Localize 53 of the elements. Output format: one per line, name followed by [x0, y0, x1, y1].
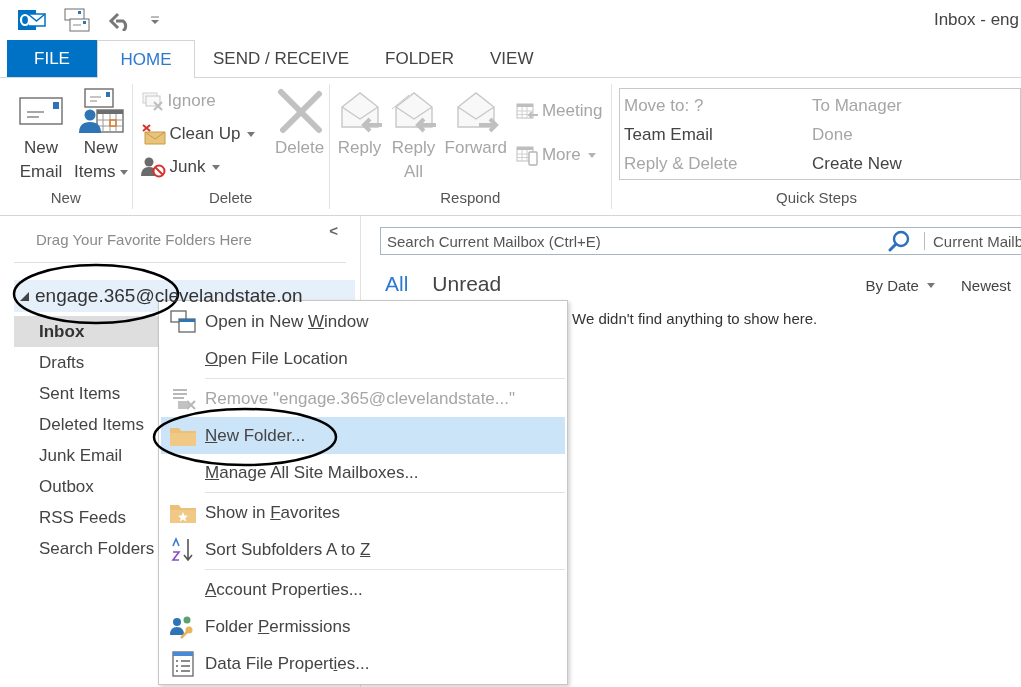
- group-label: Respond: [439, 188, 502, 208]
- order-dropdown[interactable]: Newest: [960, 277, 1011, 294]
- customize-icon[interactable]: [150, 15, 160, 25]
- menu-item[interactable]: Sort Subfolders A to Z: [161, 531, 565, 568]
- favorites-hint: Drag Your Favorite Folders Here: [35, 230, 252, 248]
- envelopes-icon[interactable]: [64, 7, 90, 33]
- group-label: New: [49, 188, 82, 208]
- menu-item[interactable]: Folder Permissions: [161, 608, 565, 645]
- envelopes-arrow-icon: [390, 89, 437, 133]
- window-title: Inbox - eng: [933, 10, 1020, 30]
- envelope-icon: [18, 94, 64, 128]
- filter-tab[interactable]: All: [385, 272, 409, 296]
- menu-item[interactable]: Account Properties...: [161, 571, 565, 608]
- list-cross-icon: [170, 386, 196, 411]
- sort-dropdown[interactable]: By Date: [865, 277, 935, 294]
- sort-icon: [170, 536, 196, 563]
- filter-tab[interactable]: Unread: [432, 272, 502, 296]
- calendar-phone-icon: [514, 144, 539, 166]
- empty-message: We didn't find anything to show here.: [571, 310, 819, 327]
- envelope-cross-icon: [140, 91, 165, 111]
- expand-icon[interactable]: [20, 291, 29, 301]
- ribbon-tab[interactable]: HOME: [97, 40, 195, 78]
- ribbon-button[interactable]: New Items: [70, 86, 132, 184]
- envelope-cross-icon: [140, 123, 167, 145]
- collapse-button[interactable]: <: [329, 221, 338, 239]
- search-icon[interactable]: [887, 230, 910, 252]
- menu-item[interactable]: Open File Location: [161, 340, 565, 377]
- caret-icon: [212, 164, 221, 170]
- ribbon-tab[interactable]: FOLDER: [367, 40, 472, 77]
- person-calendar-icon: [76, 88, 125, 134]
- menu-item[interactable]: Data File Properties...: [161, 645, 565, 682]
- person-prohibited-icon: [140, 156, 167, 178]
- group-label: Delete: [207, 188, 254, 208]
- group-label: Quick Steps: [775, 188, 858, 208]
- ribbon-button[interactable]: New Email: [14, 86, 68, 184]
- caret-icon: [926, 283, 935, 288]
- ribbon-button[interactable]: Clean Up: [138, 119, 265, 149]
- ribbon-button[interactable]: Junk: [138, 152, 265, 182]
- ribbon-tab[interactable]: VIEW: [472, 40, 552, 77]
- calendar-arrow-icon: [514, 101, 539, 121]
- menu-item[interactable]: Manage All Site Mailboxes...: [161, 454, 565, 491]
- caret-icon: [587, 152, 596, 158]
- file-tab[interactable]: FILE: [7, 40, 97, 77]
- list-icon: [171, 650, 195, 677]
- caret-icon: [119, 169, 128, 175]
- ribbon-tab[interactable]: SEND / RECEIVE: [195, 40, 368, 77]
- quick-step[interactable]: Team Email: [624, 120, 808, 149]
- menu-item[interactable]: New Folder...: [161, 417, 565, 454]
- quick-step[interactable]: Create New: [812, 149, 996, 178]
- menu-item[interactable]: Show in Favorites: [161, 494, 565, 531]
- windows-icon: [170, 309, 196, 334]
- caret-icon: [247, 131, 256, 137]
- app-icon[interactable]: [18, 8, 46, 32]
